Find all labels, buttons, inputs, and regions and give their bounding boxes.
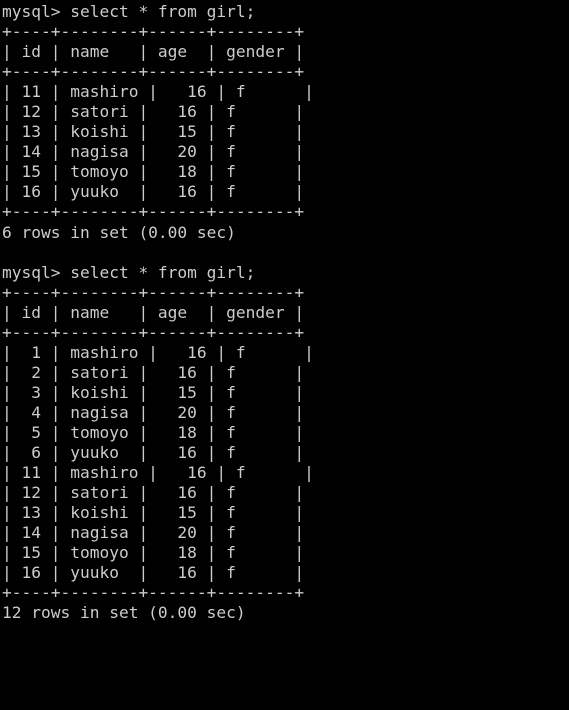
table-row: | 11 | mashiro | 16 | f | [2,82,314,102]
table-border-header: +----+--------+------+--------+ [2,322,305,342]
table-row: | 11 | mashiro | 16 | f | [2,463,314,483]
status-line: 12 rows in set (0.00 sec) [2,603,246,623]
table-row: | 12 | satori | 16 | f | [2,102,305,122]
table-row: | 3 | koishi | 15 | f | [2,382,305,402]
table-border-top: +----+--------+------+--------+ [2,282,305,302]
status-line: 6 rows in set (0.00 sec) [2,222,236,242]
table-row: | 2 | satori | 16 | f | [2,362,305,382]
table-header-row: | id | name | age | gender | [2,302,305,322]
command-line[interactable]: mysql> select * from girl; [2,2,569,22]
table-row: | 6 | yuuko | 16 | f | [2,443,305,463]
table-row: | 4 | nagisa | 20 | f | [2,402,305,422]
table-row: | 14 | nagisa | 20 | f | [2,523,305,543]
table-row: | 13 | koishi | 15 | f | [2,122,305,142]
table-border-bottom: +----+--------+------+--------+ [2,202,305,222]
table-row: | 12 | satori | 16 | f | [2,483,305,503]
table-border-header: +----+--------+------+--------+ [2,62,305,82]
table-header-row: | id | name | age | gender | [2,42,305,62]
table-row: | 1 | mashiro | 16 | f | [2,342,314,362]
table-row: | 5 | tomoyo | 18 | f | [2,422,305,442]
terminal-output[interactable]: mysql> select * from girl; +----+--------… [0,0,569,710]
table-row: | 16 | yuuko | 16 | f | [2,182,305,202]
table-row: | 13 | koishi | 15 | f | [2,503,305,523]
table-border-top: +----+--------+------+--------+ [2,22,305,42]
command-line[interactable]: mysql> select * from girl; [2,263,569,283]
table-row: | 16 | yuuko | 16 | f | [2,563,305,583]
table-row: | 15 | tomoyo | 18 | f | [2,543,305,563]
table-border-bottom: +----+--------+------+--------+ [2,583,305,603]
table-row: | 15 | tomoyo | 18 | f | [2,162,305,182]
table-row: | 14 | nagisa | 20 | f | [2,142,305,162]
